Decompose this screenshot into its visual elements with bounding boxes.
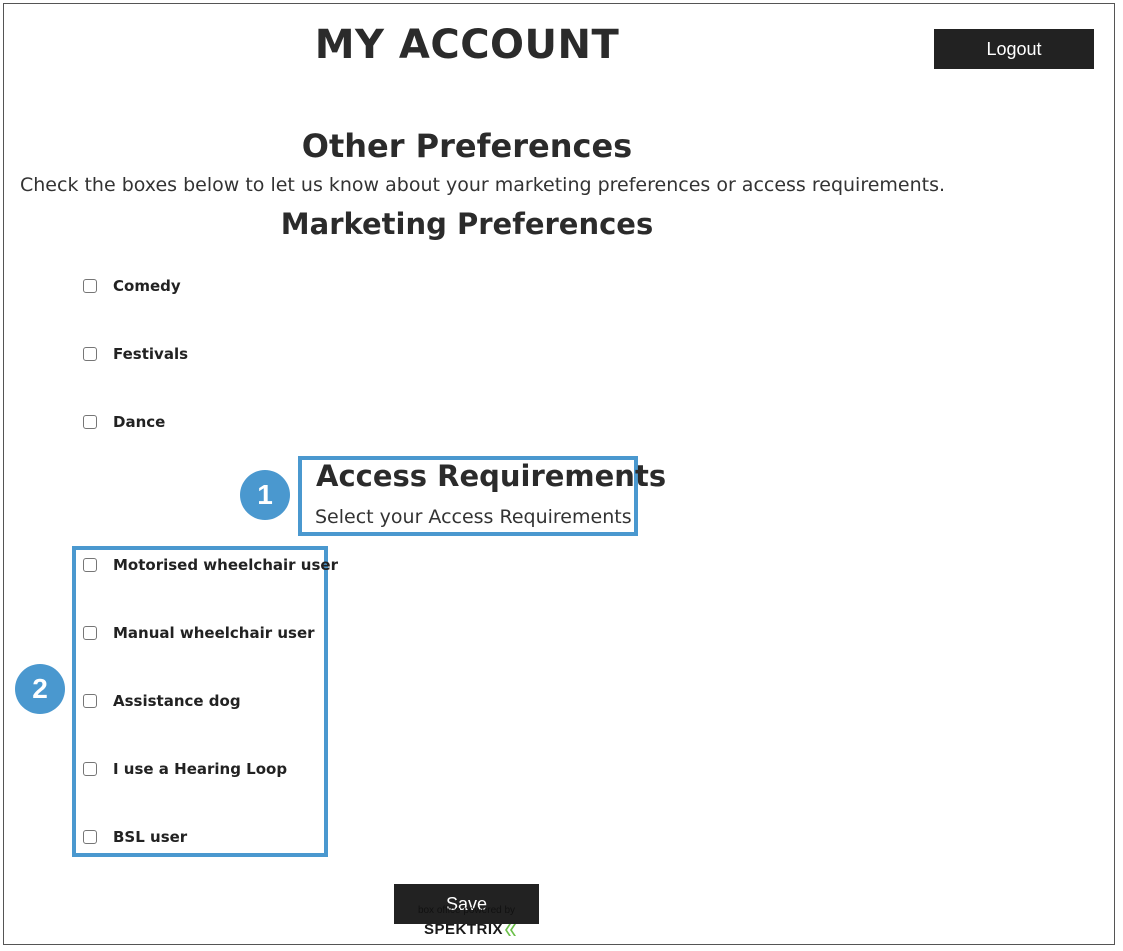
preferences-intro-text: Check the boxes below to let us know abo… — [20, 174, 946, 196]
access-option-bsl-user[interactable]: BSL user — [83, 826, 187, 848]
marketing-option-festivals[interactable]: Festivals — [83, 343, 188, 365]
bsl-user-checkbox[interactable] — [83, 830, 97, 844]
access-option-motorised-wheelchair[interactable]: Motorised wheelchair user — [83, 554, 338, 576]
dance-checkbox[interactable] — [83, 415, 97, 429]
festivals-checkbox[interactable] — [83, 347, 97, 361]
checkbox-label: Assistance dog — [113, 692, 241, 710]
spektrix-chevrons-icon — [505, 923, 517, 936]
checkbox-label: Motorised wheelchair user — [113, 556, 338, 574]
other-preferences-heading: Other Preferences — [301, 127, 633, 165]
access-requirements-subheading: Select your Access Requirements — [315, 506, 632, 528]
hearing-loop-checkbox[interactable] — [83, 762, 97, 776]
logout-button[interactable]: Logout — [934, 29, 1094, 69]
checkbox-label: Festivals — [113, 345, 189, 363]
marketing-preferences-heading: Marketing Preferences — [280, 207, 654, 241]
callout-badge-2: 2 — [15, 664, 65, 714]
access-option-assistance-dog[interactable]: Assistance dog — [83, 690, 241, 712]
powered-by-text: box office powered by — [417, 905, 516, 916]
callout-badge-1: 1 — [240, 470, 290, 520]
spektrix-wordmark: SPEKTRIX — [424, 921, 504, 938]
page-title: MY ACCOUNT — [314, 22, 620, 68]
assistance-dog-checkbox[interactable] — [83, 694, 97, 708]
marketing-option-comedy[interactable]: Comedy — [83, 275, 181, 297]
save-button[interactable]: Save — [394, 884, 539, 924]
access-requirements-heading: Access Requirements — [316, 459, 667, 493]
manual-wheelchair-checkbox[interactable] — [83, 626, 97, 640]
marketing-option-dance[interactable]: Dance — [83, 411, 165, 433]
spektrix-logo: SPEKTRIX — [424, 921, 517, 938]
checkbox-label: Comedy — [113, 277, 181, 295]
checkbox-label: Dance — [113, 413, 166, 431]
access-option-manual-wheelchair[interactable]: Manual wheelchair user — [83, 622, 315, 644]
checkbox-label: Manual wheelchair user — [113, 624, 315, 642]
access-option-hearing-loop[interactable]: I use a Hearing Loop — [83, 758, 287, 780]
checkbox-label: BSL user — [113, 828, 188, 846]
checkbox-label: I use a Hearing Loop — [113, 760, 288, 778]
motorised-wheelchair-checkbox[interactable] — [83, 558, 97, 572]
comedy-checkbox[interactable] — [83, 279, 97, 293]
